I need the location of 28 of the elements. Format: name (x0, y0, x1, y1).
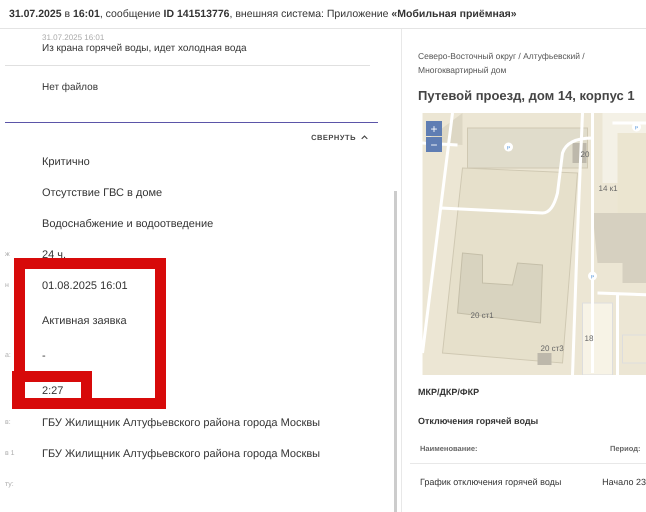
field-value: - (42, 350, 46, 363)
caret-icon (361, 135, 368, 140)
field-value: Водоснабжение и водоотведение (42, 218, 214, 231)
field-value: 01.08.2025 16:01 (42, 280, 128, 293)
scrollbar[interactable] (394, 191, 397, 512)
message-info: 31.07.2025 в 16:01, сообщение ID 141513776, внешняя система: Приложение «Мобильная приёмная» (9, 8, 517, 20)
section-title: МКР/ДКР/ФКР (418, 387, 480, 397)
field-value: ГБУ Жилищник Алтуфьевского района города Москвы (42, 417, 320, 430)
table-cell: Начало 23 (602, 477, 646, 487)
field-value: 2:27 (42, 385, 64, 398)
field-value: ГБУ Жилищник Алтуфьевского района города Москвы (42, 448, 320, 461)
building-number: 20 ст1 (470, 311, 494, 320)
field-value: Активная заявка (42, 315, 127, 328)
building-number: 14 к1 (598, 184, 618, 193)
field-value: Критично (42, 156, 90, 169)
address-title: Путевой проезд, дом 14, корпус 1 (418, 88, 636, 103)
breadcrumb: Северо-Восточный округ / Алтуфьевский / Многоквартирный дом (418, 50, 586, 77)
message-date: 31.07.2025 16:01 (41, 32, 106, 42)
section-title: Отключения горячей воды (418, 416, 540, 426)
field-value: Отсутствие ГВС в доме (42, 187, 162, 200)
zoom-out-button[interactable]: − (426, 137, 442, 152)
field-value: 24 ч. (42, 249, 66, 262)
building-number: 20 ст3 (540, 344, 564, 353)
message-text: Из крана горячей воды, идет холодная вода (41, 42, 248, 55)
files-empty-text: Нет файлов (41, 81, 100, 94)
table-cell-text: График отключения горячей воды (420, 477, 562, 487)
zoom-in-button[interactable]: + (426, 121, 442, 136)
building-number: 18 (584, 334, 594, 343)
